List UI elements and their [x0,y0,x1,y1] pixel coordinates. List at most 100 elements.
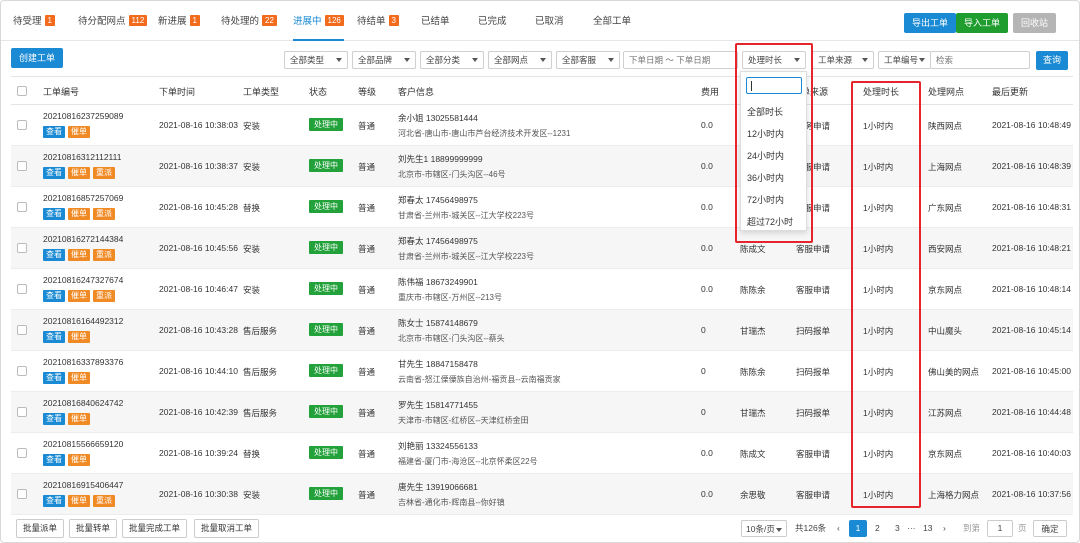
tab-pending-accept[interactable]: 待受理 1 [13,15,55,29]
urge-button[interactable]: 催单 [68,249,90,261]
batch-transfer-button[interactable]: 批量转单 [69,519,118,538]
customer-contact: 郑春太 17456498975 [398,195,478,205]
urge-button[interactable]: 催单 [68,495,90,507]
row-checkbox[interactable] [17,120,27,130]
view-button[interactable]: 查看 [43,413,65,425]
duration-select[interactable]: 处理时长 [742,51,806,69]
view-button[interactable]: 查看 [43,495,65,507]
view-button[interactable]: 查看 [43,290,65,302]
view-button[interactable]: 查看 [43,208,65,220]
create-order-button[interactable]: 创建工单 [11,48,63,68]
reassign-button[interactable]: 重派 [93,495,115,507]
page-13[interactable]: 13 [923,520,932,537]
row-checkbox[interactable] [17,366,27,376]
view-button[interactable]: 查看 [43,372,65,384]
batch-cancel-button[interactable]: 批量取消工单 [194,519,260,538]
tab-pending-handle[interactable]: 待处理的 22 [221,15,277,29]
export-orders-button[interactable]: 导出工单 [904,13,957,33]
reassign-button[interactable]: 重派 [93,167,115,179]
batch-complete-button[interactable]: 批量完成工单 [122,519,188,538]
order-number-select[interactable]: 工单编号 [878,51,930,69]
source-select[interactable]: 工单来源 [812,51,874,69]
urge-button[interactable]: 催单 [68,126,90,138]
table-row[interactable]: 20210816247327674 查看 催单 重派 2021-08-16 10:46:… [11,269,1073,310]
urge-button[interactable]: 催单 [68,372,90,384]
goto-confirm-button[interactable]: 确定 [1033,520,1067,537]
row-checkbox[interactable] [17,448,27,458]
reassign-button[interactable]: 重派 [93,249,115,261]
duration-option-over-72h[interactable]: 超过72小时 [747,215,793,228]
status-badge: 处理中 [309,241,343,254]
goto-page-input[interactable] [987,520,1013,537]
duration-option-72h[interactable]: 72小时内 [747,193,784,206]
type-filter-select[interactable]: 全部类型 [284,51,348,69]
recycle-bin-button[interactable]: 回收站 [1013,13,1057,33]
urge-button[interactable]: 催单 [68,413,90,425]
row-checkbox[interactable] [17,325,27,335]
outlet-filter-select[interactable]: 全部网点 [488,51,552,69]
duration-option-36h[interactable]: 36小时内 [747,171,784,184]
duration-option-24h[interactable]: 24小时内 [747,149,784,162]
urge-button[interactable]: 催单 [68,167,90,179]
agent-filter-select[interactable]: 全部客服 [556,51,620,69]
order-date-range-input[interactable] [623,51,738,69]
import-orders-button[interactable]: 导入工单 [956,13,1009,33]
select-all-checkbox[interactable] [17,86,27,96]
table-row[interactable]: 20210816272144384 查看 催单 重派 2021-08-16 10:45:… [11,228,1073,269]
tab-all-orders[interactable]: 全部工单 [593,15,631,29]
search-button[interactable]: 查询 [1036,51,1068,70]
page-1[interactable]: 1 [849,520,867,537]
table-row[interactable]: 20210816237259089 查看 催单 2021-08-16 10:38:03… [11,105,1073,146]
table-row[interactable]: 20210816915406447 查看 催单 重派 2021-08-16 10:30:… [11,474,1073,515]
row-checkbox[interactable] [17,284,27,294]
view-button[interactable]: 查看 [43,167,65,179]
urge-button[interactable]: 催单 [68,454,90,466]
duration-option-all[interactable]: 全部时长 [747,105,783,118]
tab-in-progress[interactable]: 进展中 126 [293,15,344,41]
reassign-button[interactable]: 重派 [93,208,115,220]
row-checkbox[interactable] [17,489,27,499]
page-ellipsis[interactable]: ··· [907,520,916,537]
view-button[interactable]: 查看 [43,454,65,466]
page-3[interactable]: 3 [895,520,900,537]
row-checkbox[interactable] [17,202,27,212]
urge-button[interactable]: 催单 [68,208,90,220]
table-row[interactable]: 20210816312112111 查看 催单 重派 2021-08-16 10:38:… [11,146,1073,187]
prev-page-icon[interactable]: ‹ [837,520,840,537]
goto-label: 到第 [963,523,981,533]
row-checkbox[interactable] [17,243,27,253]
order-time: 2021-08-16 10:43:28 [159,325,238,335]
view-button[interactable]: 查看 [43,126,65,138]
table-row[interactable]: 20210816164492312 查看 催单 2021-08-16 10:43:28… [11,310,1073,351]
brand-filter-select[interactable]: 全部品牌 [352,51,416,69]
tab-cancelled[interactable]: 已取消 [535,15,564,29]
view-button[interactable]: 查看 [43,249,65,261]
row-checkbox[interactable] [17,161,27,171]
order-id: 20210816337893376 [43,357,124,367]
next-page-icon[interactable]: › [943,520,946,537]
duration-option-12h[interactable]: 12小时内 [747,127,784,140]
customer-contact: 刘先生1 18899999999 [398,154,483,164]
view-button[interactable]: 查看 [43,331,65,343]
search-input[interactable] [930,51,1030,69]
row-checkbox[interactable] [17,407,27,417]
table-row[interactable]: 20210816840624742 查看 催单 2021-08-16 10:42:39… [11,392,1073,433]
table-row[interactable]: 20210816857257069 查看 催单 重派 2021-08-16 10:45:… [11,187,1073,228]
page-2[interactable]: 2 [875,520,880,537]
urge-button[interactable]: 催单 [68,331,90,343]
order-source: 客服申请 [796,490,831,500]
reassign-button[interactable]: 重派 [93,290,115,302]
table-row[interactable]: 20210815566659120 查看 催单 2021-08-16 10:39:24… [11,433,1073,474]
duration-filter-input[interactable] [746,77,802,94]
order-time: 2021-08-16 10:42:39 [159,407,238,417]
page-size-select[interactable]: 10条/页 [741,520,787,537]
batch-dispatch-button[interactable]: 批量派单 [16,519,65,538]
table-row[interactable]: 20210816337893376 查看 催单 2021-08-16 10:44:10… [11,351,1073,392]
tab-pending-assign[interactable]: 待分配网点 112 [78,15,148,29]
category-filter-select[interactable]: 全部分类 [420,51,484,69]
tab-completed[interactable]: 已完成 [478,15,507,29]
tab-closed[interactable]: 已结单 [421,15,450,29]
urge-button[interactable]: 催单 [68,290,90,302]
tab-new-progress[interactable]: 新进展 1 [158,15,200,29]
tab-pending-close[interactable]: 待结单 3 [357,15,399,29]
